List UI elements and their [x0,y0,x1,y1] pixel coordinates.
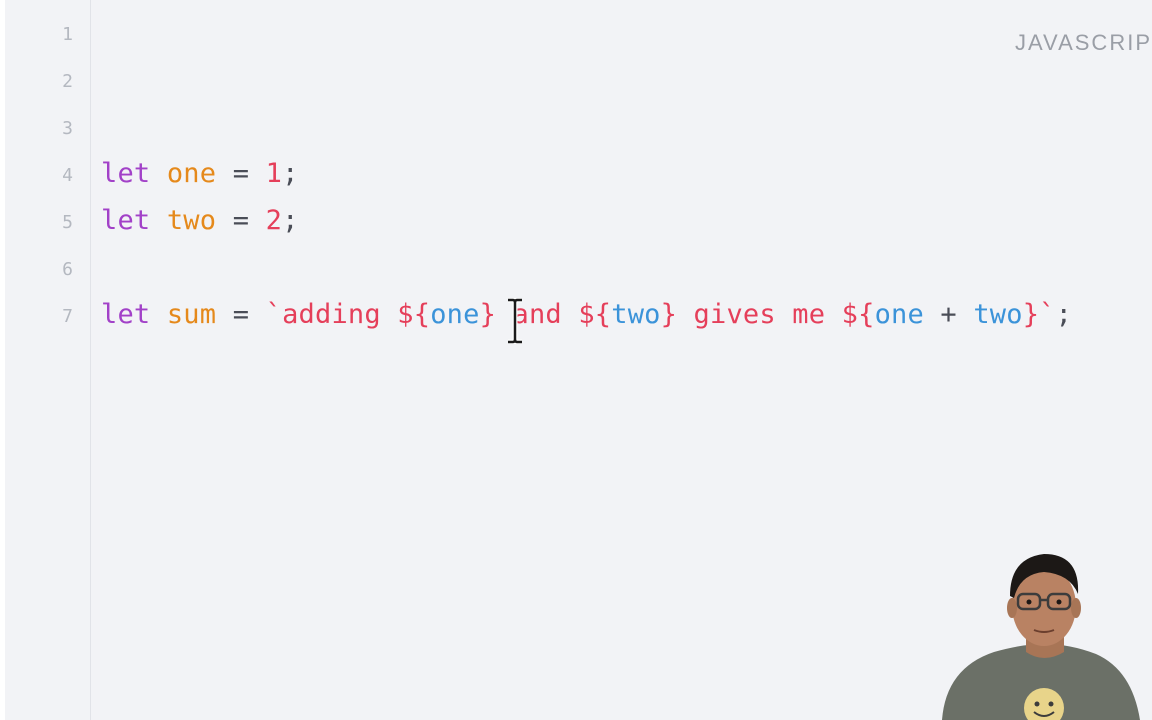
template-string: `adding [265,299,398,330]
line-number: 4 [62,165,73,186]
template-string: gives me [677,299,842,330]
interpolation-open: ${ [578,299,612,330]
interpolated-identifier: one [874,299,924,330]
template-string: ` [1039,299,1056,330]
plus-operator: + [923,299,974,330]
keyword: let [101,205,151,236]
line-number: 3 [62,118,73,139]
interpolation-open: ${ [397,299,431,330]
interpolation-close: } [1022,299,1040,330]
semicolon: ; [282,158,299,189]
operator: = [232,299,250,330]
operator: = [232,205,250,236]
interpolation-close: } [479,299,497,330]
code-line-7[interactable]: let sum = `adding ${one} and ${two} give… [101,291,1072,338]
number-literal: 2 [265,205,283,236]
presenter-webcam-overlay [936,540,1152,720]
keyword: let [101,299,151,330]
line-number: 7 [62,306,73,327]
line-number: 6 [62,259,73,280]
semicolon: ; [1055,299,1073,330]
variable-name: sum [166,299,217,330]
interpolation-open: ${ [841,299,875,330]
keyword: let [101,158,151,189]
language-label: JAVASCRIP [1015,30,1152,55]
code-line-5[interactable]: let two = 2; [101,197,299,244]
code-editor: 1 2 3 4 5 6 7 JAVASCRIP let one = 1; let… [0,0,1152,720]
number-literal: 1 [265,158,283,189]
interpolated-identifier: one [430,299,480,330]
semicolon: ; [282,205,299,236]
line-number: 2 [62,71,73,92]
interpolation-close: } [660,299,678,330]
line-number: 1 [62,24,73,45]
variable-name: one [166,158,217,189]
line-number-gutter: 1 2 3 4 5 6 7 [5,0,91,720]
code-line-4[interactable]: let one = 1; [101,150,299,197]
text-cursor-icon [508,298,522,344]
interpolated-identifier: two [973,299,1023,330]
operator: = [232,158,250,189]
interpolated-identifier: two [611,299,661,330]
variable-name: two [166,205,217,236]
line-number: 5 [62,212,73,233]
